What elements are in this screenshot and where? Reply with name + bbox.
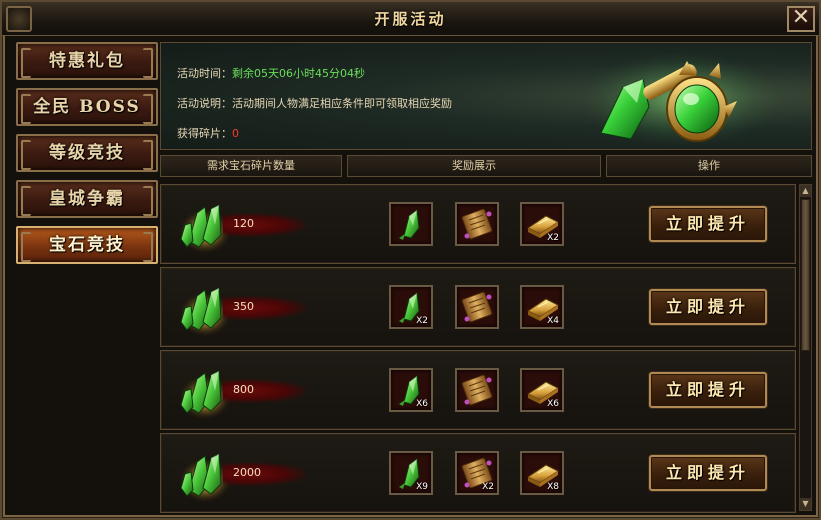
event-time-row: 活动时间：剩余05天06小时45分04秒: [177, 65, 365, 81]
title-bar: 开服活动 ✕: [2, 2, 819, 36]
reward-slot-scroll[interactable]: [455, 202, 499, 246]
reward-slot-green-crystal[interactable]: X6: [389, 368, 433, 412]
table-row: 350 X2 X4 立即提升: [160, 267, 796, 347]
reward-slot-green-crystal[interactable]: X9: [389, 451, 433, 495]
sidebar-item-label: 宝石竞技: [49, 235, 125, 255]
sidebar-item-label: 全民 BOSS: [33, 97, 141, 117]
scroll-icon: [457, 287, 497, 327]
sidebar-item-label: 等级竞技: [49, 143, 125, 163]
reward-slot-scroll[interactable]: [455, 285, 499, 329]
column-header-action: 操作: [606, 155, 812, 177]
reward-count: X6: [416, 399, 428, 409]
reward-slot-gold-ingot[interactable]: X6: [520, 368, 564, 412]
sidebar-item-world-boss[interactable]: 全民 BOSS: [16, 88, 158, 126]
reward-slot-gold-ingot[interactable]: X2: [520, 202, 564, 246]
table-row: 800 X6 X6 立即提升: [160, 350, 796, 430]
reward-count: X8: [547, 482, 559, 492]
scroll-icon: [457, 204, 497, 244]
sidebar-item-level-contest[interactable]: 等级竞技: [16, 134, 158, 172]
reward-list-scrollbar[interactable]: ▲ ▼: [799, 184, 812, 511]
upgrade-button-label: 立即提升: [665, 297, 750, 316]
reward-table-body: 120 X2 立即提升 350 X2 X4 立即提升 800 X6 X6 立即提…: [160, 184, 796, 520]
reward-count: X2: [547, 233, 559, 243]
reward-slot-scroll[interactable]: [455, 368, 499, 412]
reward-slot-green-crystal[interactable]: [389, 202, 433, 246]
reward-count: X2: [482, 482, 494, 492]
scroll-down-arrow-icon[interactable]: ▼: [800, 498, 811, 510]
required-shards-value: 800: [233, 383, 254, 396]
column-header-required-shards: 需求宝石碎片数量: [160, 155, 342, 177]
jade-gem-artwork-icon: [581, 51, 781, 147]
event-info-panel: 活动时间：剩余05天06小时45分04秒 活动说明：活动期间人物满足相应条件即可…: [160, 42, 812, 150]
sidebar-item-castle-war[interactable]: 皇城争霸: [16, 180, 158, 218]
scroll-up-arrow-icon[interactable]: ▲: [800, 185, 811, 197]
window-title: 开服活动: [374, 10, 447, 28]
column-header-rewards: 奖励展示: [347, 155, 601, 177]
close-button[interactable]: ✕: [787, 6, 815, 32]
sidebar-item-label: 特惠礼包: [49, 51, 125, 71]
required-shards-value: 2000: [233, 466, 261, 479]
required-shards-value: 350: [233, 300, 254, 313]
reward-slot-gold-ingot[interactable]: X8: [520, 451, 564, 495]
event-time-label: 活动时间：: [177, 67, 232, 80]
upgrade-now-button[interactable]: 立即提升: [649, 372, 767, 408]
reward-count: X9: [416, 482, 428, 492]
reward-slot-green-crystal[interactable]: X2: [389, 285, 433, 329]
sidebar-item-label: 皇城争霸: [49, 189, 125, 209]
upgrade-button-label: 立即提升: [665, 463, 750, 482]
scroll-icon: [457, 370, 497, 410]
reward-slot-scroll[interactable]: X2: [455, 451, 499, 495]
shards-value: 0: [232, 127, 239, 140]
reward-count: X4: [547, 316, 559, 326]
sidebar-item-special-gift-pack[interactable]: 特惠礼包: [16, 42, 158, 80]
upgrade-now-button[interactable]: 立即提升: [649, 455, 767, 491]
reward-slot-gold-ingot[interactable]: X4: [520, 285, 564, 329]
table-row: 120 X2 立即提升: [160, 184, 796, 264]
shards-label: 获得碎片：: [177, 127, 232, 140]
event-desc-row: 活动说明：活动期间人物满足相应条件即可领取相应奖励: [177, 95, 452, 111]
sidebar-item-gem-contest[interactable]: 宝石竞技: [16, 226, 158, 264]
sidebar: 特惠礼包 全民 BOSS 等级竞技 皇城争霸 宝石竞技: [16, 42, 158, 272]
upgrade-now-button[interactable]: 立即提升: [649, 206, 767, 242]
table-row: 2000 X9 X2 X8 立即提升: [160, 433, 796, 513]
upgrade-button-label: 立即提升: [665, 380, 750, 399]
scrollbar-thumb[interactable]: [801, 199, 810, 351]
event-desc-label: 活动说明：: [177, 97, 232, 110]
reward-count: X2: [416, 316, 428, 326]
upgrade-button-label: 立即提升: [665, 214, 750, 233]
upgrade-now-button[interactable]: 立即提升: [649, 289, 767, 325]
event-desc-value: 活动期间人物满足相应条件即可领取相应奖励: [232, 97, 452, 110]
event-time-value: 剩余05天06小时45分04秒: [232, 67, 365, 80]
green-crystal-icon: [391, 204, 431, 244]
shards-row: 获得碎片：0: [177, 125, 239, 141]
required-shards-value: 120: [233, 217, 254, 230]
reward-count: X6: [547, 399, 559, 409]
event-window: 开服活动 ✕ 特惠礼包 全民 BOSS 等级竞技 皇城争霸 宝石竞技 活动时间：…: [0, 0, 821, 520]
reward-table-header: 需求宝石碎片数量 奖励展示 操作: [160, 155, 812, 177]
